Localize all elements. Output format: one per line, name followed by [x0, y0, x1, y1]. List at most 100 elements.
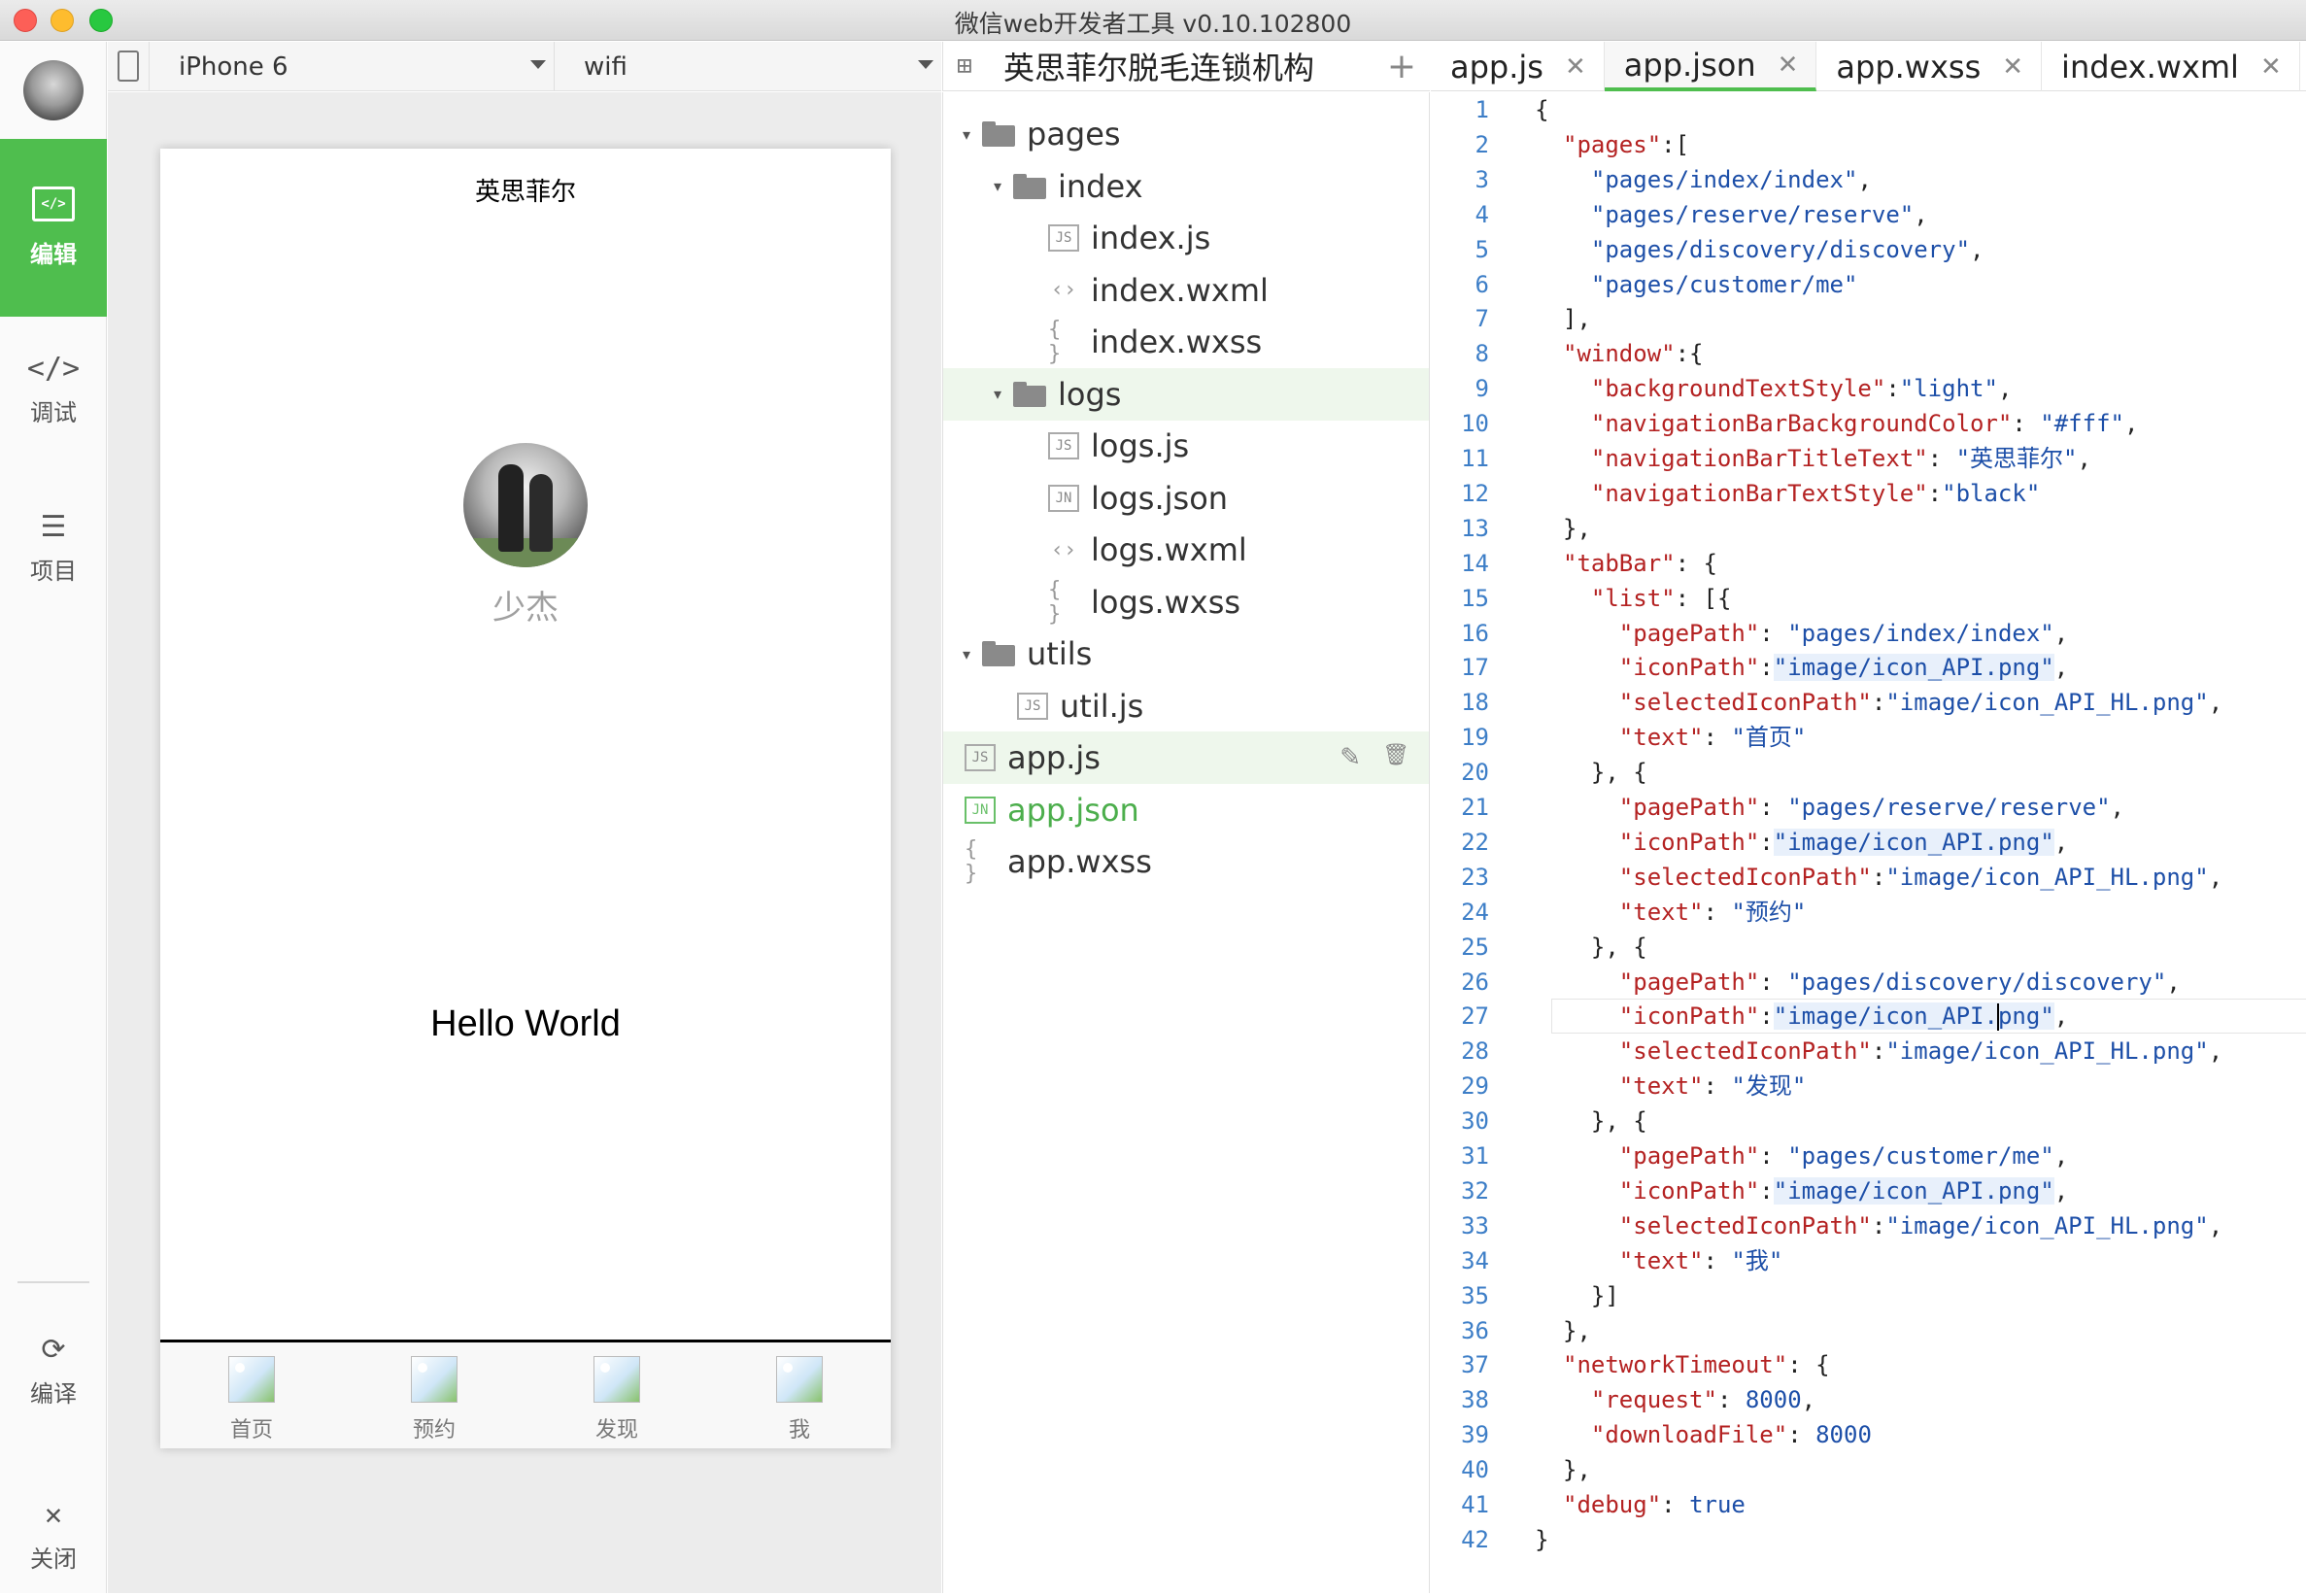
code-line[interactable]: "pagePath": "pages/reserve/reserve",	[1535, 790, 2124, 825]
tree-item-logs-wxml[interactable]: ‹› logs.wxml	[943, 524, 1429, 576]
expand-arrow-icon[interactable]: ▾	[957, 125, 976, 144]
expand-arrow-icon[interactable]: ▾	[957, 645, 976, 663]
code-line[interactable]: "navigationBarTitleText": "英思菲尔",	[1535, 441, 2091, 476]
code-line[interactable]: "tabBar": {	[1535, 546, 1717, 581]
code-line[interactable]: "iconPath":"image/icon_API.png",	[1535, 999, 2068, 1034]
code-line[interactable]: }, {	[1535, 930, 1647, 965]
tree-item-logs-json[interactable]: JN logs.json	[943, 472, 1429, 525]
close-tab-icon[interactable]: ✕	[2002, 52, 2023, 82]
title-bar: 微信web开发者工具 v0.10.102800	[0, 0, 2306, 41]
line-number: 16	[1461, 619, 1489, 647]
editor-tab[interactable]: app.json ✕	[1604, 42, 1817, 91]
code-line[interactable]: "text": "发现"	[1535, 1069, 1807, 1104]
code-line[interactable]: ],	[1535, 301, 1591, 336]
code-line[interactable]: "text": "首页"	[1535, 720, 1807, 755]
code-line[interactable]: "pages/customer/me"	[1535, 267, 1858, 302]
code-line[interactable]: "debug": true	[1535, 1487, 1746, 1522]
code-line[interactable]: "selectedIconPath":"image/icon_API_HL.pn…	[1535, 685, 2222, 720]
phone-tab-reserve[interactable]: 预约	[343, 1342, 526, 1448]
line-number: 6	[1475, 270, 1489, 298]
code-line[interactable]: }, {	[1535, 755, 1647, 790]
code-line[interactable]: "navigationBarBackgroundColor": "#fff",	[1535, 406, 2139, 441]
code-line[interactable]: "text": "我"	[1535, 1243, 1783, 1278]
activity-project[interactable]: ☰ 项目	[0, 511, 107, 628]
tree-item-logs-wxss[interactable]: { } logs.wxss	[943, 576, 1429, 628]
code-line[interactable]: "pagePath": "pages/discovery/discovery",	[1535, 965, 2181, 1000]
code-line[interactable]: "pagePath": "pages/index/index",	[1535, 616, 2068, 651]
code-line[interactable]: "pages/discovery/discovery",	[1535, 232, 1984, 267]
phone-tab-home[interactable]: 首页	[160, 1342, 343, 1448]
close-tab-icon[interactable]: ✕	[1565, 52, 1586, 82]
file-tree-icon[interactable]: ⊞	[957, 51, 986, 81]
code-line[interactable]: "selectedIconPath":"image/icon_API_HL.pn…	[1535, 860, 2222, 895]
code-line[interactable]: "downloadFile": 8000	[1535, 1417, 1872, 1452]
activity-divider	[17, 1281, 89, 1283]
code-line[interactable]: "iconPath":"image/icon_API.png",	[1535, 1173, 2068, 1208]
activity-debug[interactable]: </> 调试	[0, 353, 107, 469]
tree-item-app-wxss[interactable]: { } app.wxss	[943, 835, 1429, 888]
editor-tab[interactable]: app.wxss ✕	[1816, 42, 2043, 91]
code-line[interactable]: },	[1535, 511, 1591, 546]
tree-item-logs-js[interactable]: JS logs.js	[943, 420, 1429, 472]
code-line[interactable]: "list": [{	[1535, 581, 1732, 616]
code-line[interactable]: "pages/index/index",	[1535, 162, 1872, 197]
code-line[interactable]: }]	[1535, 1278, 1619, 1313]
code-line[interactable]: "navigationBarTextStyle":"black"	[1535, 476, 2040, 511]
code-line[interactable]: "pages":[	[1535, 127, 1689, 162]
device-rotate-icon[interactable]	[118, 51, 139, 82]
code-line[interactable]: "selectedIconPath":"image/icon_API_HL.pn…	[1535, 1208, 2222, 1243]
expand-arrow-icon[interactable]: ▾	[988, 177, 1007, 195]
tree-item-utils[interactable]: ▾ utils	[943, 628, 1429, 680]
code-line[interactable]: "iconPath":"image/icon_API.png",	[1535, 825, 2068, 860]
code-line[interactable]: "pages/reserve/reserve",	[1535, 197, 1928, 232]
code-line[interactable]: "networkTimeout": {	[1535, 1347, 1830, 1382]
user-avatar[interactable]	[23, 60, 84, 120]
code-line[interactable]: "text": "预约"	[1535, 895, 1807, 930]
user-avatar-slot[interactable]	[0, 42, 107, 139]
network-select[interactable]: wifi	[555, 42, 941, 91]
tree-item-index[interactable]: ▾ index	[943, 160, 1429, 213]
phone-tab-me[interactable]: 我	[708, 1342, 891, 1448]
tree-item-util-js[interactable]: JS util.js	[943, 680, 1429, 732]
tree-item-app-js[interactable]: JS app.js ✎ 🗑	[943, 731, 1429, 784]
code-line[interactable]: }, {	[1535, 1104, 1647, 1138]
code-line[interactable]: },	[1535, 1313, 1591, 1348]
code-line[interactable]: "window":{	[1535, 336, 1704, 371]
user-avatar-large[interactable]	[463, 443, 588, 567]
activity-compile[interactable]: ⟳ 编译	[0, 1334, 107, 1450]
editor-tab[interactable]: app.js ✕	[1431, 42, 1605, 91]
code-line[interactable]: "iconPath":"image/icon_API.png",	[1535, 650, 2068, 685]
code-line[interactable]: "request": 8000,	[1535, 1382, 1815, 1417]
delete-icon[interactable]: 🗑	[1382, 743, 1409, 772]
code-line[interactable]: "pagePath": "pages/customer/me",	[1535, 1138, 2068, 1173]
phone-simulator[interactable]: 英思菲尔 少杰 Hello World 首页 预约 发现 我	[160, 149, 891, 1448]
code-editor[interactable]: 1 2 3 4 5 6 7 8 9 10 11 12 13 14 15 16 17 18 19 20 21 22 23 24 2…	[1431, 92, 2306, 1593]
tree-item-index-js[interactable]: JS index.js	[943, 212, 1429, 264]
js-file-icon: JS	[965, 744, 996, 771]
device-select[interactable]: iPhone 6	[149, 42, 555, 91]
tree-item-logs[interactable]: ▾ logs	[943, 367, 1429, 421]
tree-item-pages[interactable]: ▾ pages	[943, 108, 1429, 160]
code-line[interactable]: {	[1535, 92, 1548, 127]
tree-item-index-wxss[interactable]: { } index.wxss	[943, 316, 1429, 368]
editor-tab[interactable]: inc	[2300, 42, 2306, 91]
expand-arrow-icon[interactable]: ▾	[988, 385, 1007, 403]
line-number: 26	[1461, 968, 1489, 996]
close-tab-icon[interactable]: ✕	[2260, 52, 2282, 82]
activity-edit[interactable]: </> 编辑	[0, 139, 107, 317]
code-window-icon: </>	[32, 187, 75, 221]
phone-tab-bar: 首页 预约 发现 我	[160, 1340, 891, 1448]
phone-tab-discovery[interactable]: 发现	[526, 1342, 708, 1448]
code-line[interactable]: "selectedIconPath":"image/icon_API_HL.pn…	[1535, 1034, 2222, 1069]
editor-tab[interactable]: index.wxml ✕	[2042, 42, 2300, 91]
line-number: 9	[1475, 375, 1489, 403]
close-tab-icon[interactable]: ✕	[1778, 51, 1799, 80]
tree-item-app-json[interactable]: JN app.json	[943, 784, 1429, 836]
rename-icon[interactable]: ✎	[1340, 743, 1361, 772]
tree-item-index-wxml[interactable]: ‹› index.wxml	[943, 264, 1429, 317]
code-line[interactable]: "backgroundTextStyle":"light",	[1535, 371, 2013, 406]
code-line[interactable]: }	[1535, 1522, 1548, 1557]
add-file-icon[interactable]: +	[1387, 47, 1416, 86]
activity-close[interactable]: ✕ 关闭	[0, 1499, 107, 1596]
code-line[interactable]: },	[1535, 1452, 1591, 1487]
